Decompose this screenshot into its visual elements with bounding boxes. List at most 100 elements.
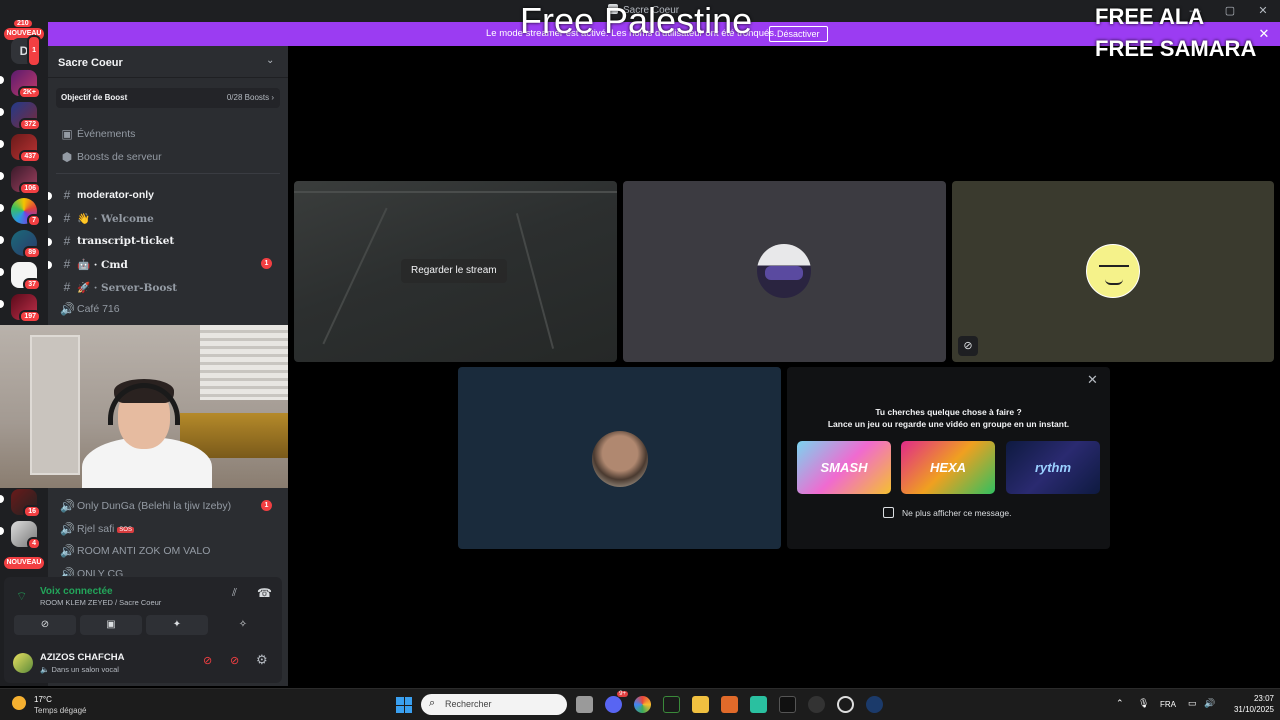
- channel-transcript-ticket[interactable]: # transcript-ticket: [48, 231, 280, 251]
- volume-icon[interactable]: 🔊: [1204, 698, 1215, 709]
- language-indicator[interactable]: FRA: [1160, 700, 1176, 709]
- server-icon[interactable]: 37: [11, 262, 41, 291]
- hashtag-icon: #: [63, 188, 71, 202]
- participant-tile[interactable]: ⊘: [952, 181, 1274, 362]
- network-icon[interactable]: ▭: [1188, 698, 1197, 709]
- mic-muted-icon[interactable]: ⊘: [203, 654, 212, 667]
- voice-channel-rjel-safi[interactable]: 🔊 Rjel safi SOS: [56, 519, 280, 539]
- dont-show-label[interactable]: Ne plus afficher ce message.: [902, 508, 1011, 518]
- channel-moderator-only[interactable]: # moderator-only: [48, 185, 280, 205]
- server-icon[interactable]: 16: [11, 489, 41, 518]
- hashtag-icon: #: [63, 211, 71, 225]
- chevron-down-icon[interactable]: ⌄: [266, 55, 274, 66]
- camera-off-icon: ⊘: [958, 336, 978, 356]
- server-icon[interactable]: 7: [11, 198, 41, 227]
- weather-description[interactable]: Temps dégagé: [34, 706, 86, 715]
- voice-channel-room-anti-zok[interactable]: 🔊 ROOM ANTI ZOK OM VALO: [56, 541, 280, 561]
- banner-close-icon[interactable]: ✕: [1256, 26, 1272, 42]
- window-blinds: [200, 325, 288, 400]
- user-status: 🔈 Dans un salon vocal: [40, 665, 119, 674]
- hashtag-icon: #: [63, 280, 71, 294]
- new-badge: NOUVEAU: [4, 557, 44, 569]
- watch-stream-button[interactable]: Regarder le stream: [401, 259, 507, 283]
- game-card-smash-karts[interactable]: SMASH KARTS: [797, 441, 891, 494]
- voice-channel-only-dunga[interactable]: 🔊 Only DunGa (Belehi la tjiw Izeby) 1: [56, 496, 280, 516]
- steam-icon[interactable]: [866, 696, 883, 713]
- username[interactable]: AZIZOS CHAFCHA: [40, 652, 124, 663]
- app-icon[interactable]: [750, 696, 767, 713]
- moon-weather-icon[interactable]: [12, 696, 26, 710]
- weather-temperature[interactable]: 17°C: [34, 695, 52, 704]
- mention-badge: 1: [261, 258, 272, 269]
- channel-cmd[interactable]: # 🤖 · Cmd 1: [48, 254, 280, 274]
- server-icon[interactable]: 106: [11, 166, 41, 195]
- server-icon[interactable]: 197: [11, 294, 41, 323]
- microphone-icon[interactable]: 🎙: [1138, 698, 1149, 709]
- media-player-icon[interactable]: [837, 696, 854, 713]
- noise-suppression-icon[interactable]: ⫽: [232, 587, 237, 600]
- activities-button[interactable]: ✦: [146, 615, 208, 635]
- speaker-icon: 🔊: [60, 302, 75, 316]
- speaker-icon: 🔊: [60, 499, 75, 513]
- signal-icon[interactable]: ⌔: [16, 589, 27, 604]
- voice-room-name[interactable]: ROOM KLEM ZEYED / Sacre Coeur: [40, 598, 161, 607]
- game-card-hexa[interactable]: HEXA: [901, 441, 995, 494]
- share-screen-button[interactable]: ▣: [80, 615, 142, 635]
- overlay-text-free-samara: FREE SAMARA: [1095, 36, 1257, 61]
- events-item[interactable]: ▣ Événements: [56, 124, 280, 144]
- dont-show-checkbox[interactable]: [883, 507, 894, 518]
- deafen-icon[interactable]: ⊘: [230, 654, 239, 667]
- game-card-rythm[interactable]: rythm: [1006, 441, 1100, 494]
- maximize-button[interactable]: ▢: [1215, 2, 1245, 20]
- channel-server-boost[interactable]: # 🚀 · Server-Boost: [56, 277, 280, 297]
- obs-icon[interactable]: [808, 696, 825, 713]
- clock[interactable]: 23:07 31/10/2025: [1222, 693, 1274, 715]
- boost-goal[interactable]: Objectif de Boost 0/28 Boosts ›: [56, 88, 280, 108]
- voice-connection-panel: ⌔ Voix connectée ROOM KLEM ZEYED / Sacre…: [4, 577, 282, 641]
- chrome-icon[interactable]: [634, 696, 651, 713]
- direct-messages-icon[interactable]: D1: [11, 35, 41, 67]
- server-icon[interactable]: 89: [11, 230, 41, 259]
- server-icon[interactable]: 437: [11, 134, 41, 163]
- close-window-button[interactable]: ✕: [1248, 2, 1278, 20]
- file-explorer-icon[interactable]: [692, 696, 709, 713]
- app-icon[interactable]: [663, 696, 680, 713]
- avatar: [1086, 244, 1140, 298]
- server-icon[interactable]: 372: [11, 102, 41, 131]
- participant-tile[interactable]: [458, 367, 781, 549]
- server-icon[interactable]: 4: [11, 521, 41, 550]
- voice-channel-only-cg[interactable]: 🔊 ONLY CG: [56, 564, 280, 576]
- close-icon[interactable]: ✕: [1087, 372, 1098, 388]
- channel-welcome[interactable]: # 👋 · Welcome: [48, 208, 280, 228]
- unread-pip: [0, 527, 4, 535]
- unread-pip: [0, 236, 4, 244]
- camera-off-button[interactable]: ⊘: [14, 615, 76, 635]
- unread-pip: [0, 172, 4, 180]
- chevron-up-icon[interactable]: ⌃: [1116, 698, 1124, 709]
- windows-taskbar: 17°C Temps dégagé ⌕ Rechercher 9+ ⌃ 🎙 FR…: [0, 688, 1280, 720]
- search-icon: ⌕: [429, 697, 436, 709]
- disable-streamer-button[interactable]: Désactiver: [769, 26, 828, 42]
- voice-status[interactable]: Voix connectée: [40, 586, 113, 597]
- boost-goal-count: 0/28 Boosts ›: [226, 93, 274, 102]
- soundboard-button[interactable]: ✧: [212, 615, 274, 635]
- activity-suggestion-card: ✕ Tu cherches quelque chose à faire ? La…: [787, 367, 1110, 549]
- unread-count-badge: 210: [14, 20, 32, 27]
- task-view-icon[interactable]: [576, 696, 593, 713]
- disconnect-icon[interactable]: ☎: [257, 586, 272, 600]
- avatar[interactable]: [13, 653, 33, 673]
- discord-taskbar-icon[interactable]: 9+: [605, 691, 628, 713]
- voice-channel-cafe-716[interactable]: 🔊 Café 716: [56, 299, 280, 319]
- app-icon[interactable]: [721, 696, 738, 713]
- server-icon[interactable]: 2K+: [11, 70, 41, 99]
- overlay-text-free-palestine: Free Palestine: [520, 0, 753, 41]
- app-icon[interactable]: [779, 696, 796, 713]
- windows-start-icon[interactable]: [396, 697, 412, 713]
- mention-badge: 1: [261, 500, 272, 511]
- unread-pip: [48, 261, 52, 269]
- taskbar-search[interactable]: ⌕ Rechercher: [421, 694, 567, 715]
- settings-gear-icon[interactable]: ⚙: [256, 652, 268, 668]
- server-header[interactable]: Sacre Coeur ⌄: [48, 46, 288, 78]
- server-boosts-item[interactable]: ⬢ Boosts de serveur: [56, 147, 280, 167]
- participant-tile[interactable]: [623, 181, 946, 362]
